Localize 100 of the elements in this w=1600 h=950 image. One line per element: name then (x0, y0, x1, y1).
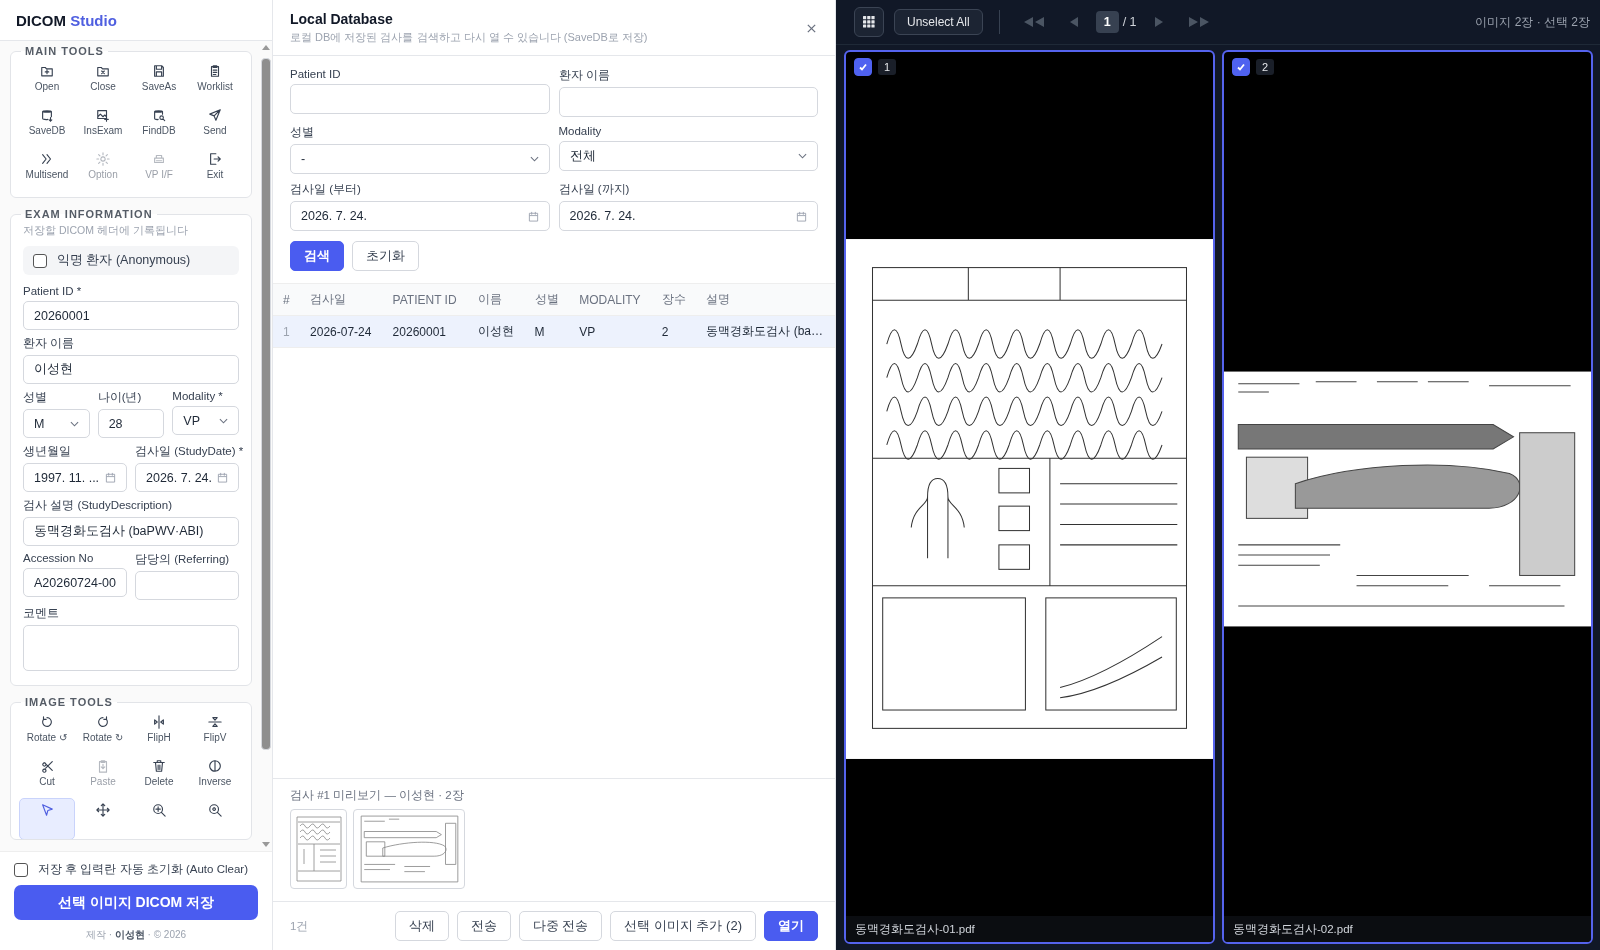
chevron-icon (69, 420, 79, 427)
image-plus-icon (96, 108, 110, 122)
clipboard-icon (96, 759, 110, 773)
field-label: Modality (558, 125, 603, 137)
action-button[interactable]: 전송 (456, 911, 511, 941)
field-label: 담당의 (Referring) (135, 552, 231, 567)
field-label: 검사 설명 (StudyDescription) (23, 498, 173, 513)
table-cell: 동맥경화도검사 (ba… (696, 315, 835, 348)
flip-vertical-icon (208, 715, 222, 729)
close-icon[interactable] (806, 22, 817, 34)
text-field[interactable]: 동맥경화도검사 (baPWV·ABI) (23, 517, 239, 546)
tool-button[interactable]: SaveAs (131, 59, 187, 101)
checkbox[interactable] (33, 253, 47, 268)
rotate-right-icon (96, 715, 110, 729)
tool-button[interactable]: FlipV (187, 710, 243, 752)
page-number[interactable]: 1 (1095, 11, 1119, 33)
text-field[interactable] (135, 571, 239, 600)
calendar-icon (796, 210, 807, 222)
text-field[interactable]: 20260001 (23, 301, 239, 330)
text-field[interactable]: A20260724-00 (23, 568, 127, 597)
anonymous-option[interactable]: 익명 환자 (Anonymous) (23, 246, 239, 275)
text-field[interactable] (290, 84, 550, 114)
last-page-icon[interactable] (1186, 16, 1211, 28)
search-button[interactable]: 검색 (290, 241, 344, 271)
clipboard-icon (208, 64, 222, 78)
open-button[interactable]: 열기 (764, 911, 818, 941)
tool-button[interactable]: Cut (19, 754, 75, 796)
field-label: 나이(년) (97, 390, 143, 405)
column-header: 성별 (524, 283, 570, 316)
checkbox[interactable] (1232, 58, 1250, 76)
field-label: Patient ID (290, 68, 342, 80)
checkbox[interactable] (14, 862, 28, 877)
select-field[interactable]: M (23, 409, 90, 438)
magnifier-icon (208, 803, 222, 817)
tool-button[interactable]: Close (75, 59, 131, 101)
table-cell: 20260001 (382, 315, 468, 348)
checkmark-icon (858, 62, 868, 72)
next-page-icon[interactable] (1152, 16, 1165, 28)
result-count: 1건 (290, 918, 309, 934)
reset-button[interactable]: 초기화 (352, 241, 419, 271)
text-field[interactable] (558, 87, 818, 117)
calendar-icon (217, 472, 228, 483)
tool-button[interactable]: FlipH (131, 710, 187, 752)
action-button[interactable]: 선택 이미지 추가 (2) (610, 911, 756, 941)
tool-button[interactable]: Exit (187, 147, 243, 189)
zoom-in-icon (152, 803, 166, 817)
checkbox[interactable] (854, 58, 872, 76)
text-field[interactable]: 28 (97, 409, 165, 438)
image-card[interactable]: 1 동맥경화도검사-01.pdf (844, 50, 1215, 944)
tool-button[interactable]: FindDB (131, 103, 187, 145)
field-label: 코멘트 (23, 606, 60, 621)
dialog-title: Local Database (290, 11, 394, 27)
table-cell: 이성현 (467, 315, 525, 348)
calendar-icon (105, 472, 116, 483)
date-field[interactable]: 2026. 7. 24. (558, 201, 818, 231)
tool-button[interactable]: SaveDB (19, 103, 75, 145)
preview-label: 검사 #1 미리보기 — 이성현 · 2장 (290, 788, 465, 803)
tool-button[interactable]: Worklist (187, 59, 243, 101)
comment-field[interactable] (23, 625, 239, 671)
tool-button[interactable]: Send (187, 103, 243, 145)
tool-button[interactable]: Open (19, 59, 75, 101)
tool-button[interactable]: Multisend (19, 147, 75, 189)
date-field[interactable]: 2026. 7. 24. (290, 201, 550, 231)
folder-close-icon (96, 64, 110, 78)
date-field[interactable]: 1997. 11. ... (23, 463, 127, 492)
image-card[interactable]: 2 동맥경화도검사-02.pdf (1222, 50, 1593, 944)
printer-icon (152, 152, 166, 166)
unselect-all-button[interactable]: Unselect All (894, 9, 983, 35)
section-title: MAIN TOOLS (24, 45, 105, 57)
chevron-icon (529, 156, 539, 162)
trash-icon (152, 759, 166, 773)
field-label: 환자 이름 (558, 68, 611, 83)
thumbnail[interactable] (290, 809, 347, 889)
field-label: 검사일 (까지) (558, 182, 631, 197)
tool-button[interactable]: Rotate ↺ (19, 710, 75, 752)
select-field[interactable]: 전체 (558, 141, 818, 171)
date-field[interactable]: 2026. 7. 24. (135, 463, 239, 492)
column-header: # (273, 283, 301, 316)
section-title: EXAM INFORMATION (24, 208, 154, 220)
tool-button[interactable]: Delete (131, 754, 187, 796)
tool-button[interactable]: Inverse (187, 754, 243, 796)
tool-button[interactable]: InsExam (75, 103, 131, 145)
select-field[interactable]: VP (172, 406, 239, 435)
column-header: 장수 (651, 283, 697, 316)
select-field[interactable]: - (290, 144, 550, 174)
tool-button[interactable]: Rotate ↻ (75, 710, 131, 752)
text-field[interactable]: 이성현 (23, 355, 239, 384)
save-button[interactable]: 선택 이미지 DICOM 저장 (14, 885, 258, 920)
grid-view-button[interactable] (854, 7, 884, 37)
tool-button[interactable] (19, 798, 75, 839)
section-subtitle: 저장할 DICOM 헤더에 기록됩니다 (23, 224, 189, 238)
database-download-icon (40, 108, 54, 122)
checkbox-label: 익명 환자 (Anonymous) (57, 252, 191, 269)
file-name: 동맥경화도검사-01.pdf (846, 916, 1213, 942)
image-index: 2 (1256, 59, 1275, 75)
action-button[interactable]: 다중 전송 (518, 911, 603, 941)
table-row[interactable]: 1 2026-07-24 20260001 이성현 M VP 2 동맥경화도검사 (ba… (273, 315, 835, 348)
field-label: 성별 (290, 125, 315, 140)
action-button[interactable]: 삭제 (394, 911, 449, 941)
pointer-icon (40, 803, 54, 817)
